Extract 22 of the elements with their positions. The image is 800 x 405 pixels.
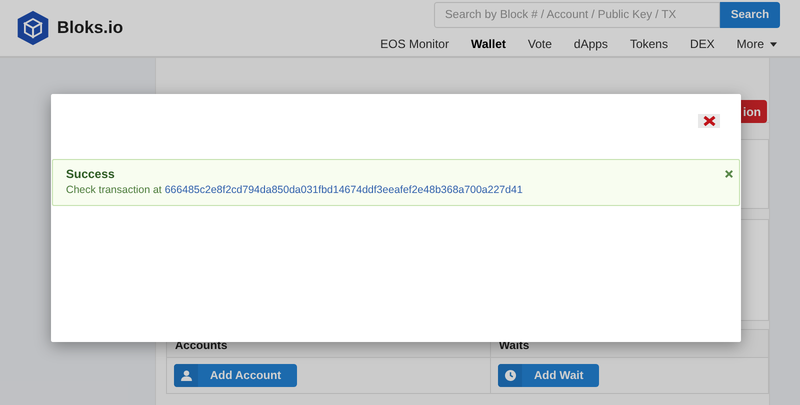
nav-tab[interactable]: Tokens (618, 31, 679, 61)
transaction-link[interactable]: 666485c2e8f2cd794da850da031fbd14674ddf3eeafef2e48b368a700a227d41 (164, 184, 523, 196)
search-button[interactable]: Search (720, 2, 780, 28)
alert-title: Success (66, 167, 116, 181)
section-title: Accounts (175, 340, 228, 352)
search-field[interactable]: Search by Block # / Account / Public Key / TX (434, 2, 720, 28)
clock-icon (504, 370, 516, 381)
cube-logo-icon (15, 10, 51, 46)
nav-tab[interactable]: DEX (678, 31, 726, 61)
logo-text: Bloks.io (57, 18, 124, 38)
nav-tab[interactable]: More (726, 31, 788, 61)
add-button[interactable]: Add Account (174, 364, 298, 387)
close-button[interactable] (698, 114, 720, 128)
user-icon (180, 370, 192, 381)
add-button[interactable]: Add Wait (498, 364, 600, 387)
close-icon (702, 116, 716, 126)
caret-icon (770, 42, 777, 46)
nav-tab[interactable]: EOS Monitor (369, 31, 460, 61)
close-icon[interactable] (725, 170, 733, 178)
alert-text: Check transaction at (66, 184, 162, 196)
nav-tab[interactable]: Vote (516, 31, 563, 61)
nav-tab[interactable]: dApps (562, 31, 619, 61)
